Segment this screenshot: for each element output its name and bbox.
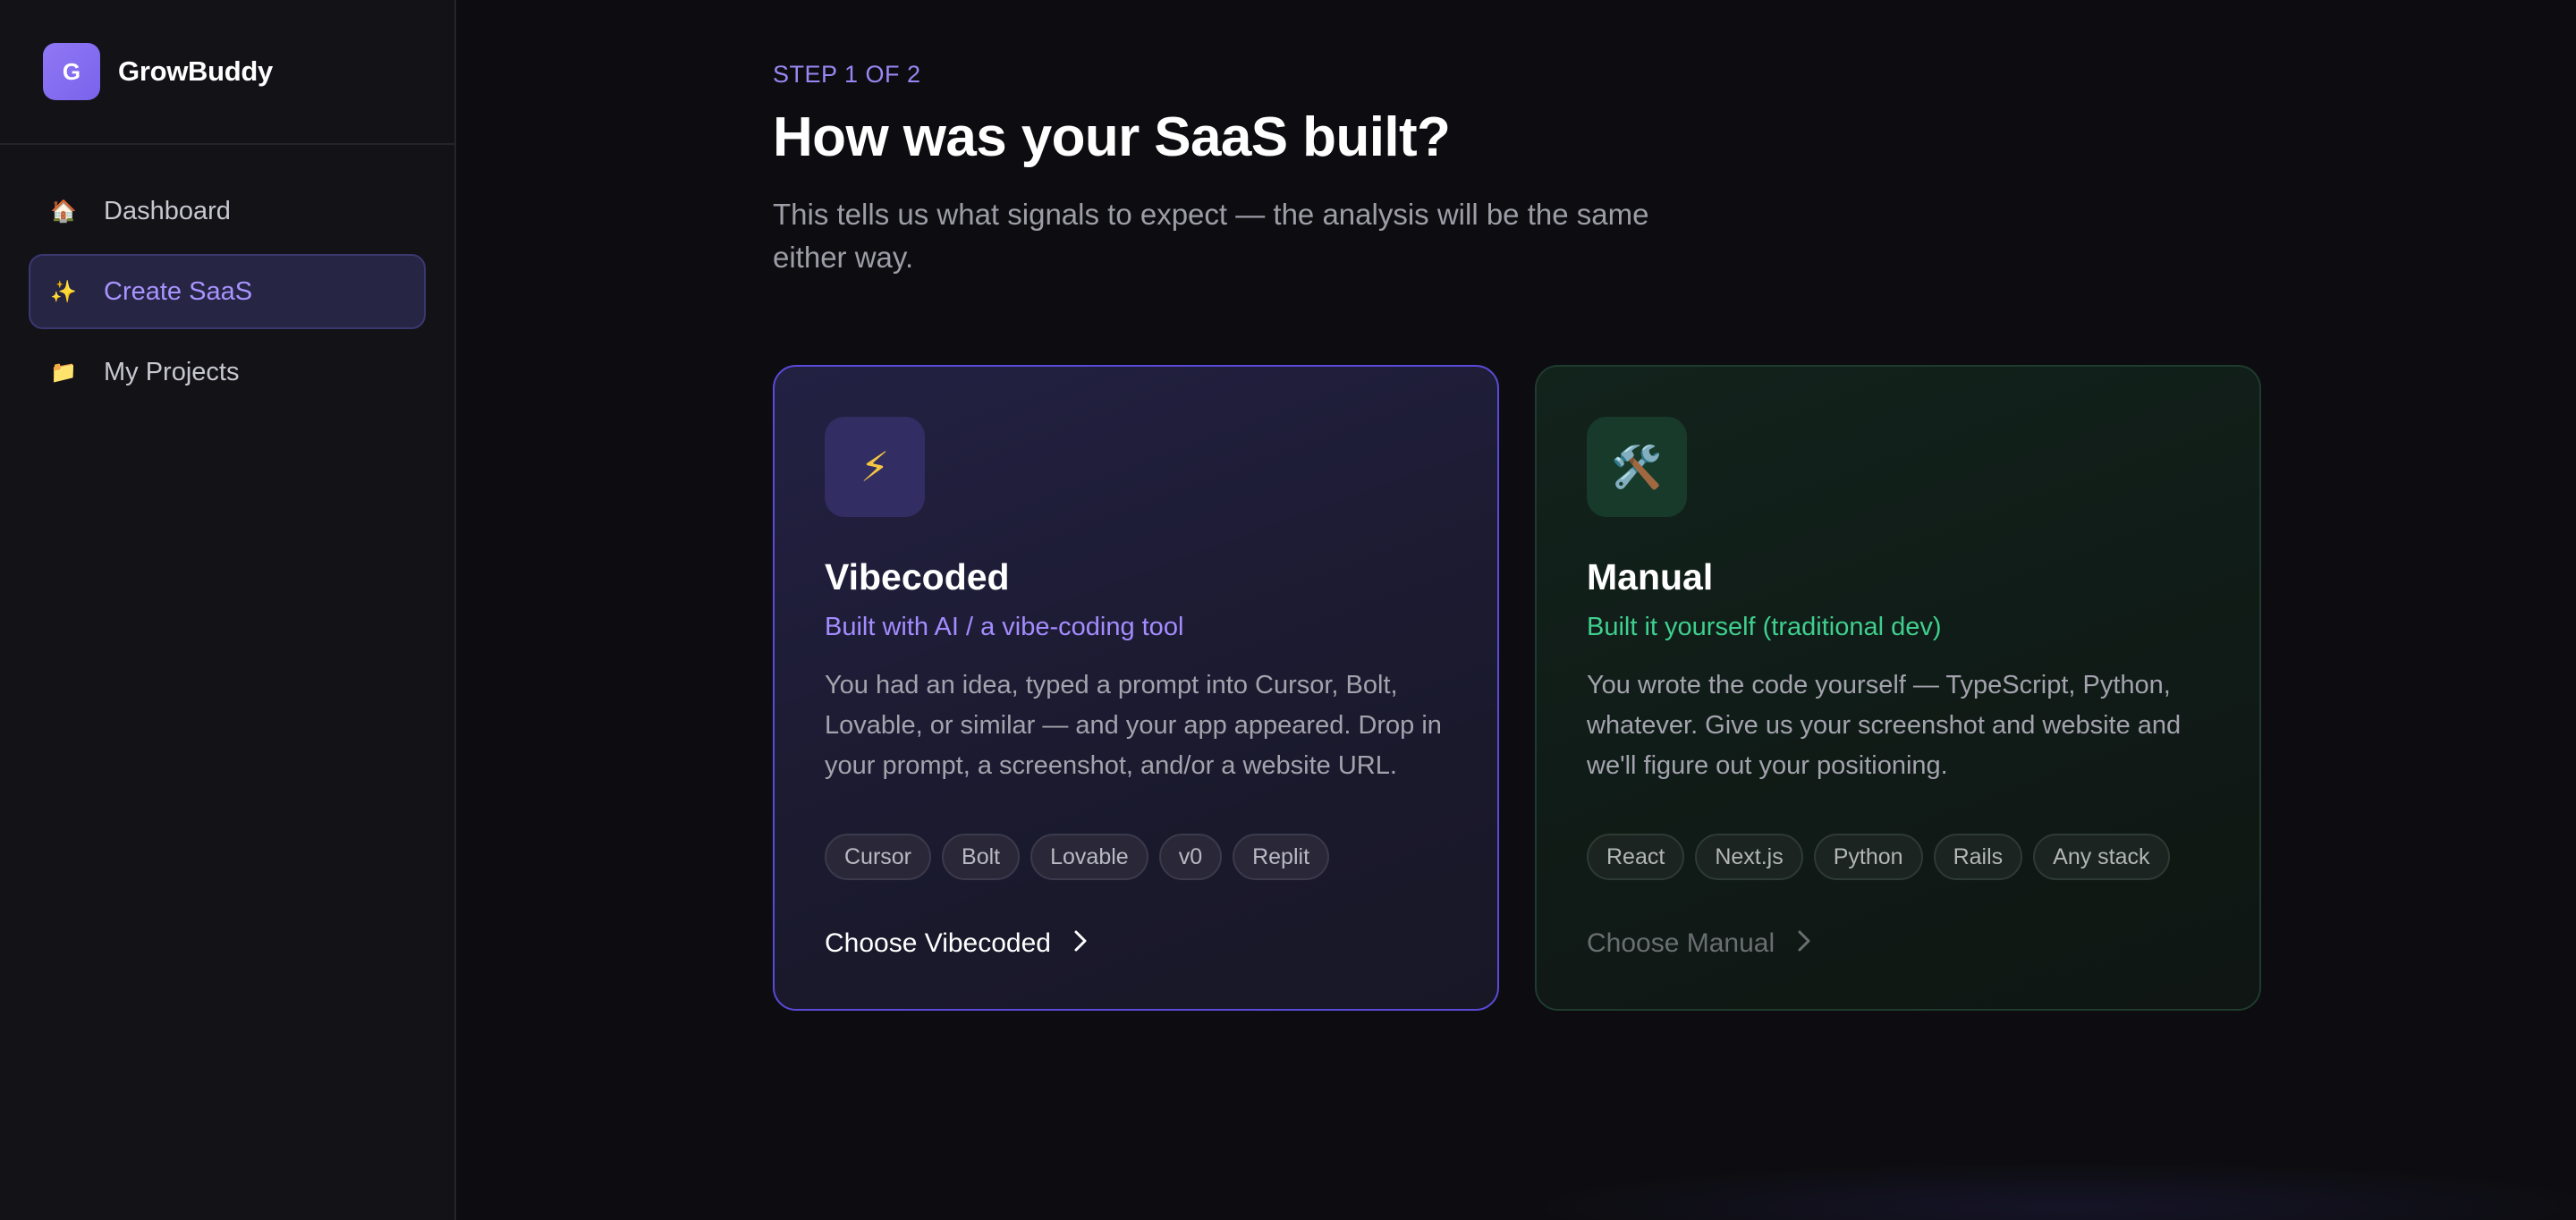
brand-name: GrowBuddy: [118, 55, 273, 87]
option-card-vibecoded[interactable]: ⚡ Vibecoded Built with AI / a vibe-codin…: [773, 365, 1499, 1011]
main-content: STEP 1 OF 2 How was your SaaS built? Thi…: [458, 0, 2576, 1220]
card-description: You wrote the code yourself — TypeScript…: [1587, 671, 2182, 780]
sparkles-icon: ✨: [50, 279, 77, 304]
tag-nextjs: Next.js: [1695, 834, 1803, 880]
tool-tags: Cursor Bolt Lovable v0 Replit: [825, 834, 1330, 880]
choose-vibecoded-button[interactable]: Choose Vibecoded: [825, 928, 1090, 959]
tag-bolt: Bolt: [942, 834, 1021, 880]
card-title: Manual: [1587, 556, 1714, 597]
page-subtitle: This tells us what signals to expect — t…: [773, 198, 1649, 274]
card-tagline: Built with AI / a vibe-coding tool: [825, 613, 1184, 641]
card-title: Vibecoded: [825, 556, 1010, 597]
option-card-manual[interactable]: 🛠️ Manual Built it yourself (traditional…: [1535, 365, 2261, 1011]
tag-rails: Rails: [1933, 834, 2023, 880]
sidebar-nav: 🏠 Dashboard ✨ Create SaaS 📁 My Projects: [0, 145, 454, 444]
tag-cursor: Cursor: [825, 834, 932, 880]
background-glow: [1531, 1163, 2576, 1220]
brand-logo: G: [43, 43, 100, 100]
house-icon: 🏠: [50, 199, 77, 224]
app-root: G GrowBuddy 🏠 Dashboard ✨ Create SaaS 📁 …: [0, 0, 2576, 1220]
tag-any-stack: Any stack: [2033, 834, 2170, 880]
chevron-right-icon: [1071, 929, 1090, 959]
tag-replit: Replit: [1233, 834, 1330, 880]
card-description: You had an idea, typed a prompt into Cur…: [825, 671, 1442, 780]
tag-v0: v0: [1158, 834, 1223, 880]
chevron-right-icon: [1794, 929, 1814, 959]
step-indicator: STEP 1 OF 2: [773, 61, 921, 88]
page-title: How was your SaaS built?: [773, 106, 1451, 168]
card-tagline: Built it yourself (traditional dev): [1587, 613, 1942, 641]
sidebar-item-dashboard[interactable]: 🏠 Dashboard: [29, 174, 426, 249]
tag-react: React: [1587, 834, 1685, 880]
sidebar-item-label: Create SaaS: [104, 276, 253, 306]
sidebar-item-label: My Projects: [104, 357, 240, 386]
lightning-icon: ⚡: [825, 417, 925, 517]
sidebar-item-create-saas[interactable]: ✨ Create SaaS: [29, 254, 426, 329]
hammer-wrench-icon: 🛠️: [1587, 417, 1687, 517]
folder-icon: 📁: [50, 360, 77, 385]
brand[interactable]: G GrowBuddy: [0, 0, 454, 145]
sidebar: G GrowBuddy 🏠 Dashboard ✨ Create SaaS 📁 …: [0, 0, 456, 1220]
choose-label: Choose Vibecoded: [825, 928, 1051, 958]
stack-tags: React Next.js Python Rails Any stack: [1587, 834, 2170, 880]
tag-python: Python: [1813, 834, 1923, 880]
choose-manual-button[interactable]: Choose Manual: [1587, 928, 1814, 959]
tag-lovable: Lovable: [1030, 834, 1148, 880]
sidebar-item-label: Dashboard: [104, 196, 231, 225]
sidebar-item-my-projects[interactable]: 📁 My Projects: [29, 335, 426, 410]
choose-label: Choose Manual: [1587, 928, 1775, 958]
